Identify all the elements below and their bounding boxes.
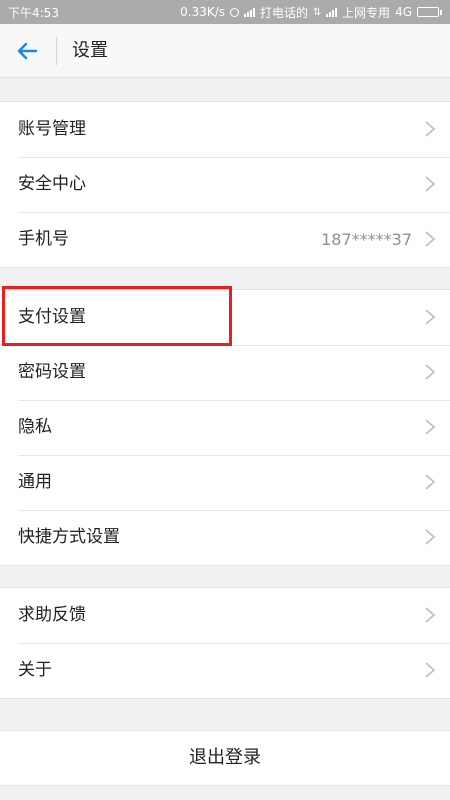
settings-item-label: 密码设置 — [18, 362, 86, 382]
settings-item-help-feedback[interactable]: 求助反馈 — [0, 588, 450, 643]
net-speed: 0.33K/s — [180, 5, 226, 19]
signal-icon — [244, 7, 256, 17]
settings-item-account-management[interactable]: 账号管理 — [0, 102, 450, 157]
back-arrow-icon — [17, 42, 38, 60]
settings-item-label: 求助反馈 — [18, 605, 86, 625]
chevron-right-icon — [425, 607, 436, 623]
chevron-right-icon — [425, 419, 436, 435]
settings-item-label: 安全中心 — [18, 174, 86, 194]
status-bar: 下午4:53 0.33K/s 打电话的 ⇅ 上网专用 4G — [0, 0, 450, 24]
settings-item-privacy[interactable]: 隐私 — [0, 400, 450, 455]
settings-item-security-center[interactable]: 安全中心 — [0, 157, 450, 212]
chevron-right-icon — [425, 176, 436, 192]
chevron-right-icon — [425, 662, 436, 678]
settings-item-label: 手机号 — [18, 229, 69, 249]
data-arrows-icon: ⇅ — [313, 6, 322, 18]
chevron-right-icon — [425, 309, 436, 325]
nav-bar: 设置 — [0, 24, 450, 78]
settings-item-label: 通用 — [18, 472, 52, 492]
settings-item-label: 隐私 — [18, 417, 52, 437]
phone-number-value: 187*****37 — [321, 230, 412, 249]
network-type: 4G — [395, 5, 412, 19]
chevron-right-icon — [425, 121, 436, 137]
settings-item-label: 支付设置 — [18, 307, 86, 327]
settings-item-payment-settings[interactable]: 支付设置 — [0, 290, 450, 345]
nav-divider — [56, 37, 57, 65]
signal-icon — [326, 7, 338, 17]
settings-group-account: 账号管理 安全中心 手机号 187*****37 — [0, 101, 450, 268]
status-time: 下午4:53 — [8, 5, 59, 20]
settings-item-about[interactable]: 关于 — [0, 643, 450, 698]
alarm-icon — [230, 7, 240, 17]
settings-group-preferences: 支付设置 密码设置 隐私 通用 快捷方式设置 — [0, 289, 450, 566]
sim2-label: 上网专用 — [342, 5, 391, 20]
settings-item-phone-number[interactable]: 手机号 187*****37 — [0, 212, 450, 267]
chevron-right-icon — [425, 231, 436, 247]
settings-group-help: 求助反馈 关于 — [0, 587, 450, 699]
chevron-right-icon — [425, 529, 436, 545]
back-button[interactable] — [10, 36, 44, 66]
logout-button[interactable]: 退出登录 — [0, 730, 450, 786]
settings-item-label: 账号管理 — [18, 119, 86, 139]
settings-item-label: 快捷方式设置 — [18, 527, 120, 547]
chevron-right-icon — [425, 364, 436, 380]
settings-item-password-settings[interactable]: 密码设置 — [0, 345, 450, 400]
settings-item-label: 关于 — [18, 660, 52, 680]
status-indicators: 0.33K/s 打电话的 ⇅ 上网专用 4G — [180, 4, 442, 21]
page-title: 设置 — [72, 40, 108, 61]
battery-icon — [417, 7, 442, 17]
settings-item-shortcut-settings[interactable]: 快捷方式设置 — [0, 510, 450, 565]
settings-item-general[interactable]: 通用 — [0, 455, 450, 510]
sim1-label: 打电话的 — [260, 5, 309, 20]
chevron-right-icon — [425, 474, 436, 490]
